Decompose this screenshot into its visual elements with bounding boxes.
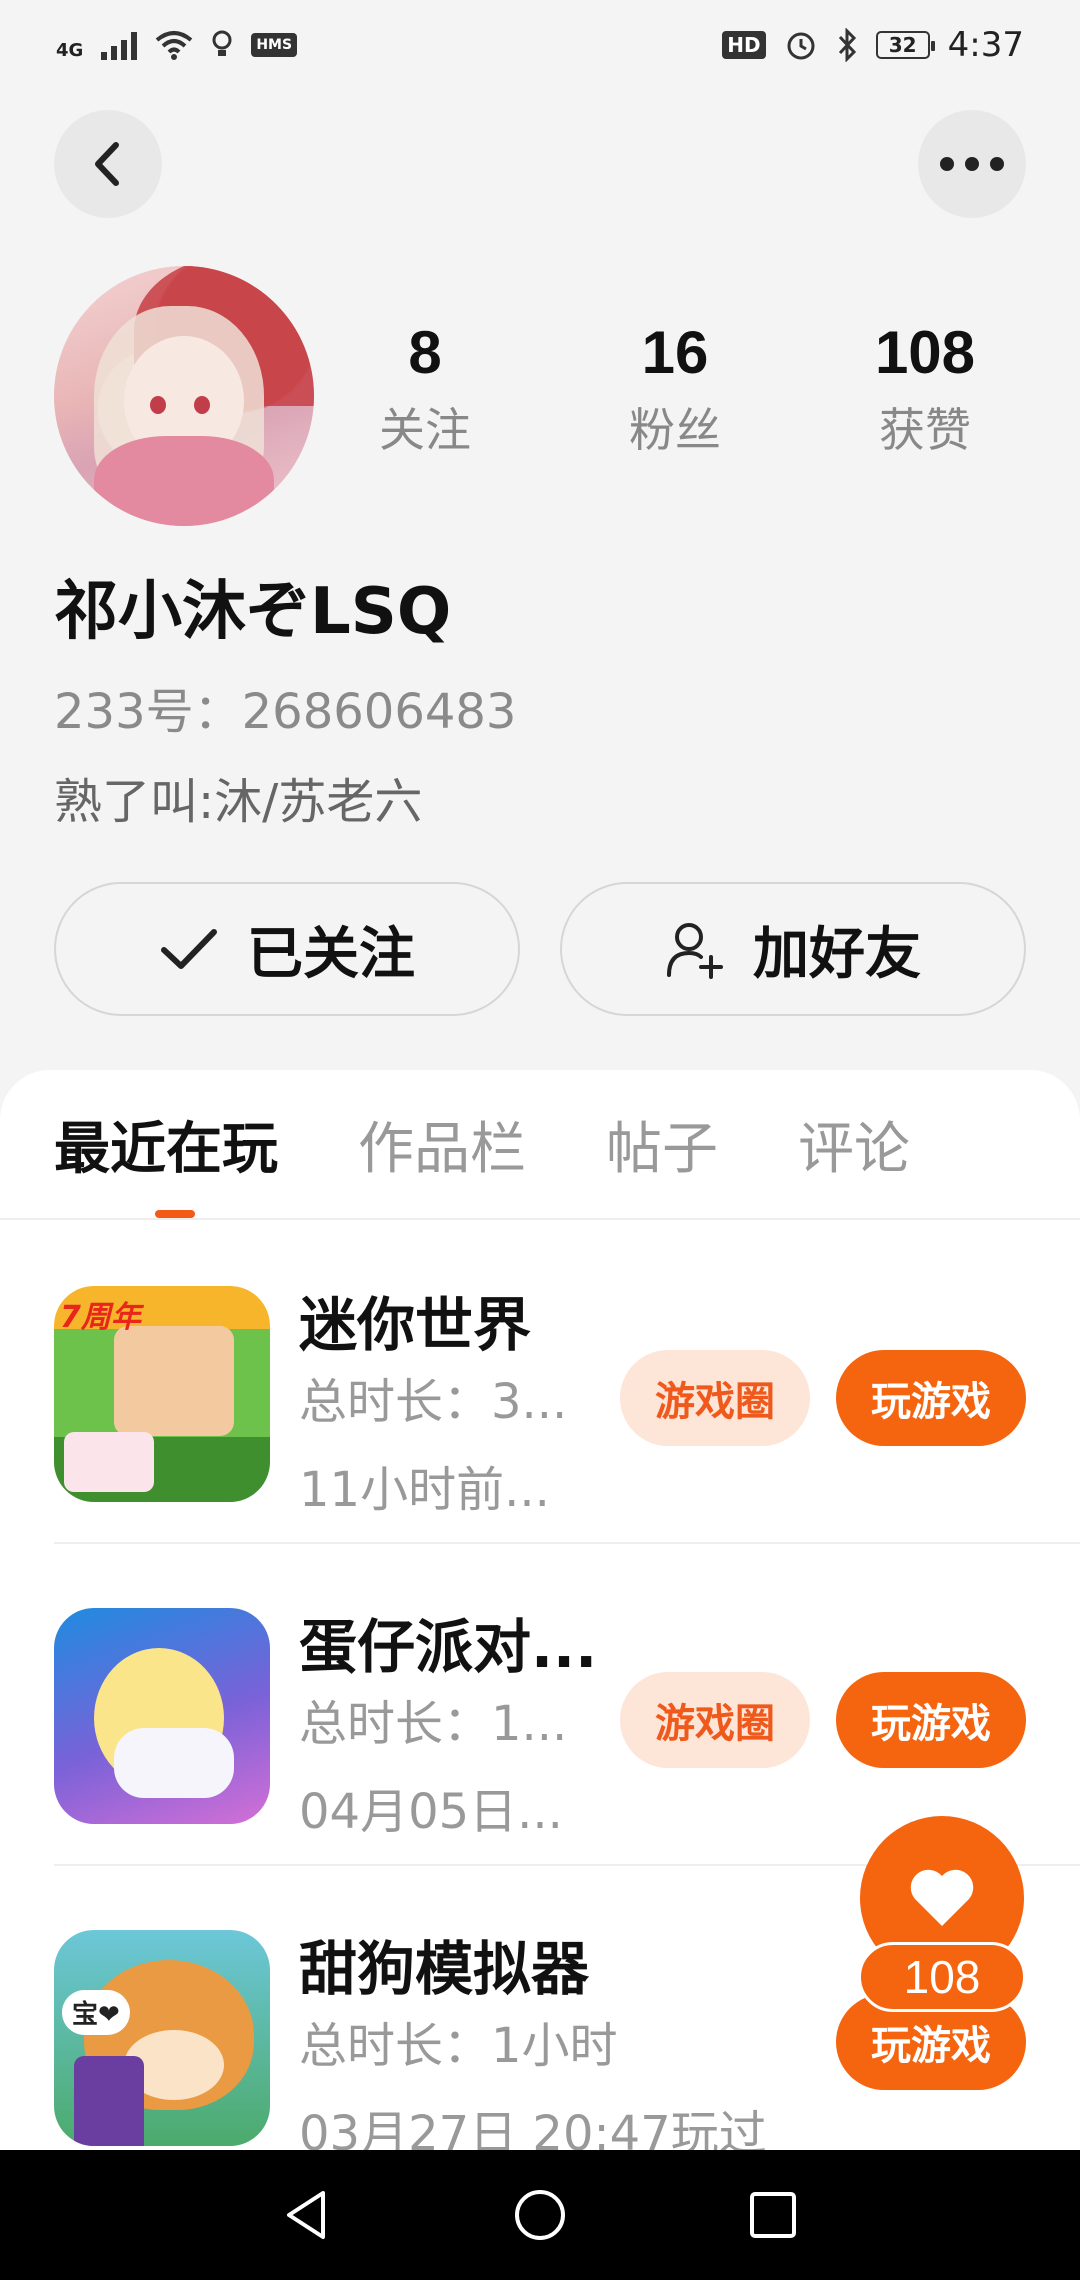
nav-home-icon[interactable] bbox=[512, 2187, 568, 2243]
avatar-dress bbox=[94, 436, 274, 526]
nav-back-icon[interactable] bbox=[279, 2187, 335, 2243]
game-last-played: 04月05日... bbox=[299, 1784, 563, 1840]
back-arrow-icon bbox=[95, 142, 119, 186]
alarm-icon bbox=[787, 32, 815, 60]
account-id: 233号：268606483 bbox=[54, 684, 517, 740]
avatar[interactable] bbox=[54, 266, 314, 526]
wifi-icon bbox=[156, 31, 193, 60]
add-user-icon bbox=[667, 923, 723, 979]
stat-label: 粉丝 bbox=[629, 403, 721, 457]
play-game-button[interactable]: 玩游戏 bbox=[836, 1350, 1026, 1446]
like-count: 108 bbox=[858, 1942, 1026, 2012]
followed-button-label: 已关注 bbox=[247, 921, 415, 987]
stat-value: 108 bbox=[874, 319, 976, 386]
tab-comments[interactable]: 评论 bbox=[798, 1104, 910, 1185]
status-right: HD 32 4:37 bbox=[722, 25, 1024, 65]
hd-badge: HD bbox=[722, 31, 766, 59]
stat-label: 关注 bbox=[379, 403, 471, 457]
add-friend-button[interactable]: 加好友 bbox=[560, 882, 1026, 1016]
check-icon bbox=[161, 929, 217, 969]
game-icon-eggy-party[interactable] bbox=[54, 1608, 270, 1824]
game-icon-dog-simulator[interactable]: 宝❤ bbox=[54, 1930, 270, 2146]
game-row[interactable]: 7周年 迷你世界 总时长：3... 11小时前... 游戏圈 玩游戏 bbox=[54, 1222, 1080, 1544]
game-title: 甜狗模拟器 bbox=[299, 1935, 590, 2003]
signal-icon bbox=[101, 30, 138, 60]
icon-phone bbox=[74, 2056, 144, 2146]
tab-posts[interactable]: 帖子 bbox=[606, 1104, 718, 1185]
game-title: 蛋仔派对... bbox=[299, 1613, 598, 1681]
game-last-played: 03月27日 20:47玩过 bbox=[299, 2106, 767, 2150]
more-button[interactable] bbox=[918, 110, 1026, 218]
game-total-time: 总时长：1小时 bbox=[299, 2018, 618, 2074]
clock: 4:37 bbox=[947, 25, 1024, 65]
stat-following[interactable]: 8 关注 bbox=[300, 320, 550, 460]
network-type: 4G bbox=[56, 39, 84, 61]
anniversary-badge: 7周年 bbox=[60, 1300, 141, 1335]
more-dots-icon bbox=[940, 157, 1004, 171]
stat-followers[interactable]: 16 粉丝 bbox=[550, 320, 800, 460]
stat-value: 16 bbox=[641, 319, 709, 386]
system-nav-bar bbox=[0, 2150, 1080, 2280]
tab-bar: 最近在玩 作品栏 帖子 评论 bbox=[0, 1070, 1080, 1220]
icon-cake bbox=[64, 1432, 154, 1492]
hms-badge: HMS bbox=[251, 33, 298, 57]
icon-tag: 宝❤ bbox=[62, 1990, 130, 2035]
battery-icon: 32 bbox=[875, 31, 935, 59]
play-game-button[interactable]: 玩游戏 bbox=[836, 1672, 1026, 1768]
status-bar: 4G HMS HD 32 4:37 bbox=[0, 0, 1080, 90]
add-friend-button-label: 加好友 bbox=[753, 921, 921, 987]
game-circle-button[interactable]: 游戏圈 bbox=[620, 1672, 810, 1768]
nav-recents-icon[interactable] bbox=[745, 2187, 801, 2243]
heart-icon bbox=[910, 1869, 974, 1926]
active-tab-indicator bbox=[155, 1210, 195, 1218]
tab-recently-played[interactable]: 最近在玩 bbox=[54, 1104, 278, 1185]
game-last-played: 11小时前... bbox=[299, 1462, 550, 1518]
icon-character bbox=[114, 1326, 234, 1436]
followed-button[interactable]: 已关注 bbox=[54, 882, 520, 1016]
username: 祁小沐ぞLSQ bbox=[54, 575, 452, 649]
avatar-eye bbox=[150, 396, 166, 414]
stat-likes[interactable]: 108 获赞 bbox=[800, 320, 1050, 460]
game-icon-mini-world[interactable]: 7周年 bbox=[54, 1286, 270, 1502]
stat-label: 获赞 bbox=[879, 403, 971, 457]
stat-value: 8 bbox=[408, 319, 442, 386]
game-total-time: 总时长：3... bbox=[299, 1374, 568, 1430]
profile-stats: 8 关注 16 粉丝 108 获赞 bbox=[300, 320, 1050, 460]
tab-works[interactable]: 作品栏 bbox=[358, 1104, 526, 1185]
game-circle-button[interactable]: 游戏圈 bbox=[620, 1350, 810, 1446]
back-button[interactable] bbox=[54, 110, 162, 218]
status-left: 4G HMS bbox=[56, 30, 298, 61]
bio: 熟了叫:沐/苏老六 bbox=[54, 774, 423, 830]
bluetooth-icon bbox=[838, 28, 856, 62]
game-total-time: 总时长：1... bbox=[299, 1696, 568, 1752]
avatar-eye bbox=[194, 396, 210, 414]
game-title: 迷你世界 bbox=[299, 1291, 532, 1359]
bulb-icon bbox=[212, 30, 232, 56]
icon-egg-suit bbox=[114, 1728, 234, 1798]
